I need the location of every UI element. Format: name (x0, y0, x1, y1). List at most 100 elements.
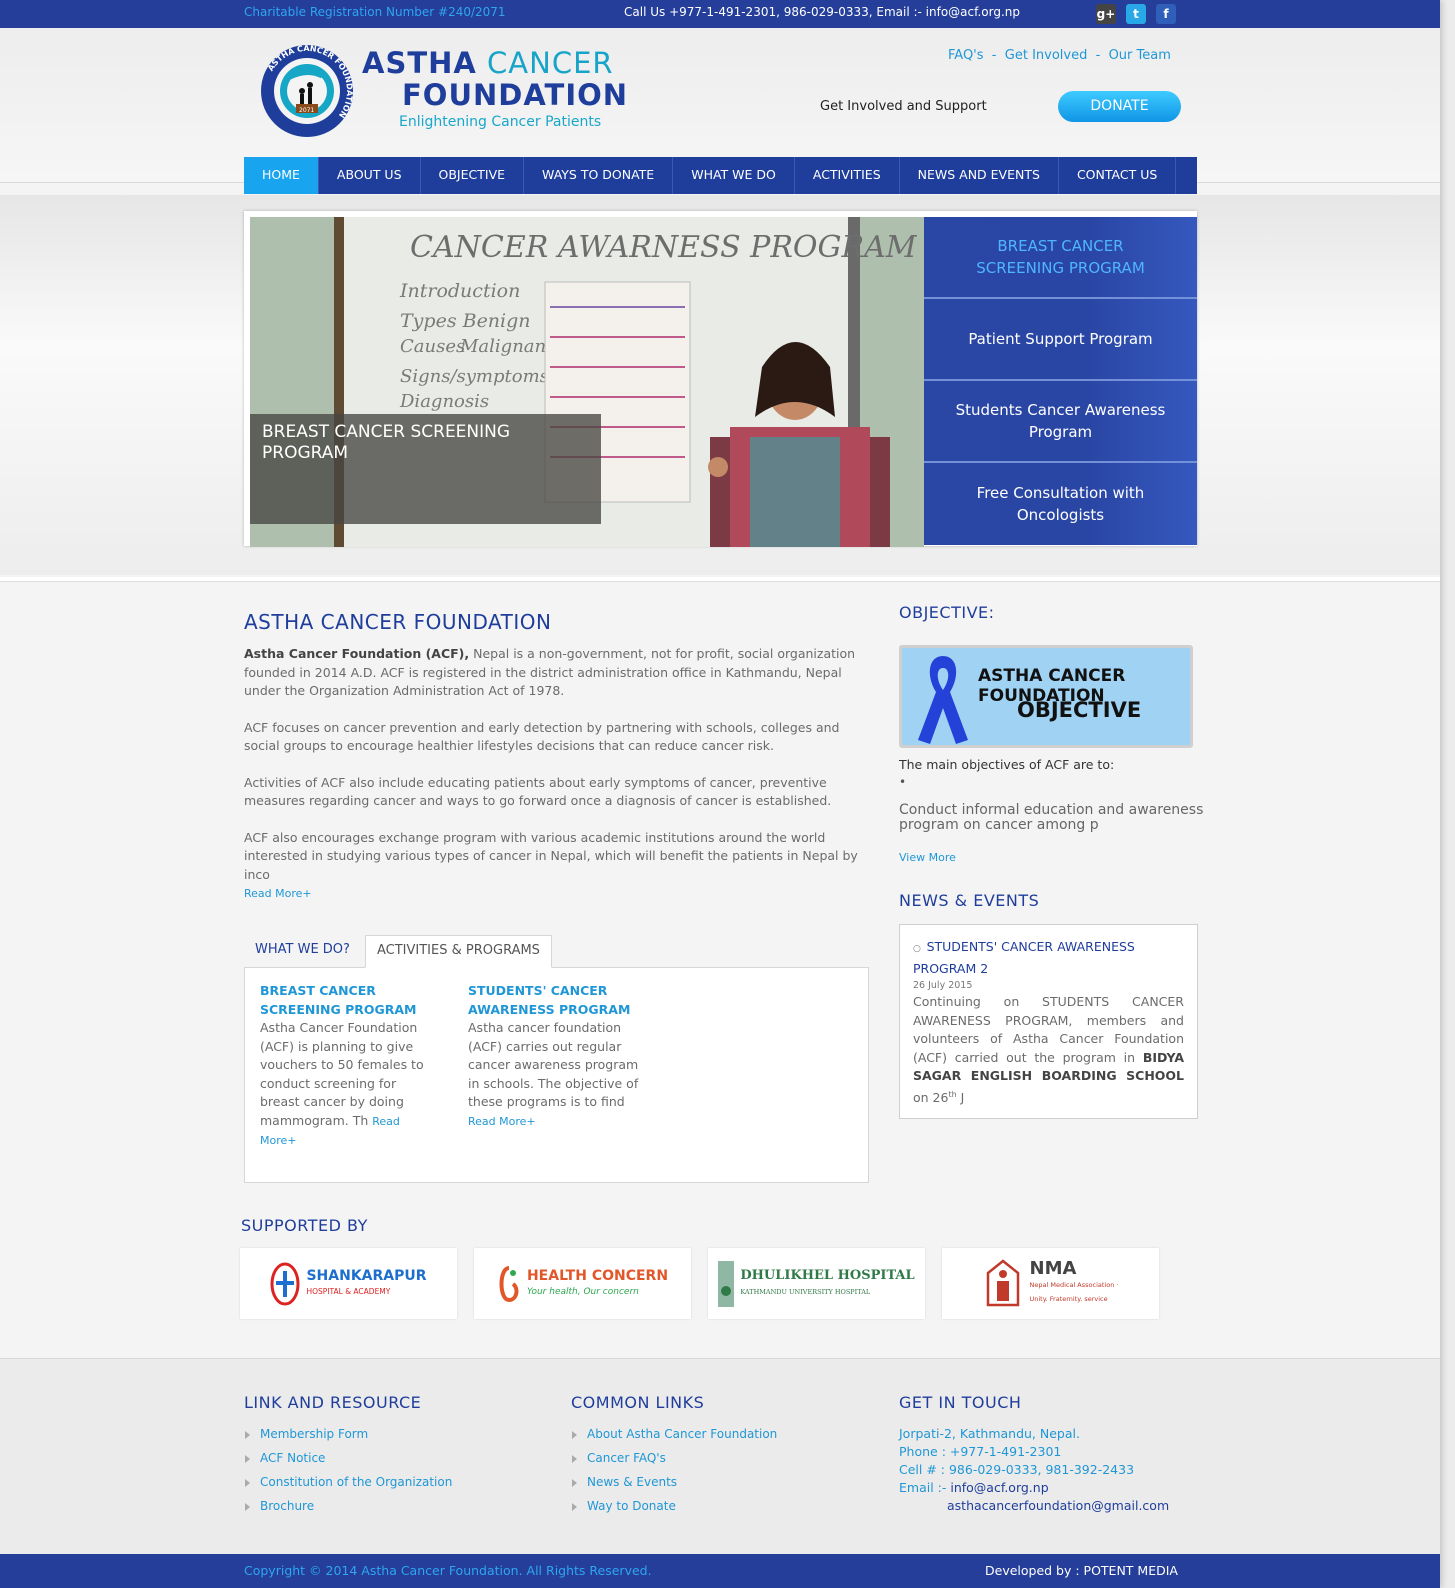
whiteboard-line: Causes (400, 336, 465, 357)
news-item-text: Continuing on STUDENTS CANCER AWARENESS … (913, 993, 1184, 1107)
objective-banner[interactable]: ASTHA CANCER FOUNDATION OBJECTIVE (899, 645, 1193, 748)
footer-common-links-title: COMMON LINKS (571, 1393, 705, 1412)
sponsor-name-text: SHANKARAPUR (306, 1267, 427, 1284)
tab-what-we-do[interactable]: WHAT WE DO? (244, 935, 361, 968)
sponsor-sub-text: KATHMANDU UNIVERSITY HOSPITAL (740, 1287, 871, 1296)
about-paragraph-2: ACF focuses on cancer prevention and ear… (244, 719, 840, 754)
contact-email-1[interactable]: info@acf.org.np (950, 1480, 1048, 1495)
developer-credit[interactable]: Developed by : POTENT MEDIA (985, 1563, 1178, 1578)
sponsor-name: NMA Nepal Medical Association · Unity. Fr… (1030, 1259, 1120, 1306)
supported-by-title: SUPPORTED BY (241, 1216, 368, 1235)
our-team-link[interactable]: Our Team (1109, 48, 1171, 63)
whiteboard-line: Diagnosis (399, 391, 489, 412)
page: Charitable Registration Number #240/2071… (0, 0, 1440, 1588)
footer-link-acf-notice[interactable]: ACF Notice (244, 1451, 452, 1475)
nav-what-we-do[interactable]: WHAT WE DO (673, 157, 795, 194)
logo-year: 2071 (299, 107, 314, 114)
featured-slider: CANCER AWARNESS PROGRAM Introduction Typ… (244, 211, 1197, 547)
nav-objective[interactable]: OBJECTIVE (421, 157, 525, 194)
tab-activities-programs[interactable]: ACTIVITIES & PROGRAMS (365, 935, 552, 968)
separator: - (1095, 48, 1101, 63)
sponsor-name-text: DHULIKHEL HOSPITAL (740, 1267, 915, 1283)
contact-email-2[interactable]: asthacancerfoundation@gmail.com (947, 1498, 1169, 1513)
ribbon-icon (918, 656, 968, 744)
donate-button[interactable]: DONATE (1058, 91, 1181, 122)
sponsor-dhulikhel[interactable]: DHULIKHEL HOSPITAL KATHMANDU UNIVERSITY H… (708, 1248, 925, 1319)
news-title: NEWS & EVENTS (899, 891, 1040, 910)
contact-email-row: asthacancerfoundation@gmail.com (899, 1497, 1169, 1515)
footer-get-in-touch-title: GET IN TOUCH (899, 1393, 1022, 1412)
footer-link-constitution[interactable]: Constitution of the Organization (244, 1475, 452, 1499)
get-involved-link[interactable]: Get Involved (1005, 48, 1088, 63)
footer-link-faqs[interactable]: Cancer FAQ's (571, 1451, 777, 1475)
slider-tab-patient-support[interactable]: Patient Support Program (924, 299, 1197, 381)
sponsor-name: DHULIKHEL HOSPITAL KATHMANDU UNIVERSITY H… (740, 1267, 915, 1299)
about-paragraph-4: ACF also encourages exchange program wit… (244, 829, 858, 882)
objective-title: OBJECTIVE: (899, 603, 995, 622)
footer-link-about[interactable]: About Astha Cancer Foundation (571, 1427, 777, 1451)
nav-contact-us[interactable]: CONTACT US (1059, 157, 1177, 194)
sponsor-health-concern[interactable]: HEALTH CONCERN Your health, Our concern (474, 1248, 691, 1319)
program-card: BREAST CANCER SCREENING PROGRAM Astha Ca… (260, 982, 435, 1151)
footer-link-resource-list: Membership Form ACF Notice Constitution … (244, 1427, 452, 1523)
slider-tab-free-consultation[interactable]: Free Consultation with Oncologists (924, 463, 1197, 545)
contact-details: Jorpati-2, Kathmandu, Nepal. Phone : +97… (899, 1425, 1169, 1515)
footer-link-membership-form[interactable]: Membership Form (244, 1427, 452, 1451)
slide-caption: BREAST CANCER SCREENING PROGRAM (250, 414, 601, 524)
facebook-icon[interactable]: f (1156, 4, 1176, 24)
nav-about-us[interactable]: ABOUT US (319, 157, 421, 194)
footer-link-news-events[interactable]: News & Events (571, 1475, 777, 1499)
nav-ways-to-donate[interactable]: WAYS TO DONATE (524, 157, 674, 194)
objective-banner-line2: OBJECTIVE (1017, 698, 1142, 722)
top-bar: Charitable Registration Number #240/2071… (0, 0, 1440, 28)
news-box: ○ STUDENTS' CANCER AWARENESS PROGRAM 2 2… (899, 924, 1198, 1119)
sponsor-nma[interactable]: NMA Nepal Medical Association · Unity. Fr… (942, 1248, 1159, 1319)
news-text-sup: th (948, 1089, 957, 1099)
contact-email-row: Email :- info@acf.org.np (899, 1479, 1169, 1497)
whiteboard-line: Types Benign (400, 310, 531, 332)
sponsor-name: SHANKARAPUR HOSPITAL & ACADEMY (306, 1269, 426, 1299)
slider-tab-students-awareness[interactable]: Students Cancer Awareness Program (924, 381, 1197, 463)
nav-home[interactable]: HOME (244, 157, 319, 194)
news-item-title-text[interactable]: STUDENTS' CANCER AWARENESS PROGRAM 2 (913, 939, 1135, 976)
contact-phone: Phone : +977-1-491-2301 (899, 1444, 1062, 1459)
foundation-logo[interactable]: ASTHA CANCER FOUNDATION 2071 (258, 42, 356, 140)
news-item-title[interactable]: ○ STUDENTS' CANCER AWARENESS PROGRAM 2 (913, 937, 1184, 978)
footer-link-way-to-donate[interactable]: Way to Donate (571, 1499, 777, 1523)
shankarapur-logo-icon (270, 1262, 300, 1305)
news-text-part: J (956, 1089, 965, 1105)
objective-bullet: • (899, 775, 907, 789)
copyright: Copyright © 2014 Astha Cancer Foundation… (244, 1563, 652, 1578)
sponsor-shankarapur[interactable]: SHANKARAPUR HOSPITAL & ACADEMY (240, 1248, 457, 1319)
contact-address: Jorpati-2, Kathmandu, Nepal. (899, 1426, 1080, 1441)
twitter-icon[interactable]: t (1126, 4, 1146, 24)
activities-tabs: WHAT WE DO? ACTIVITIES & PROGRAMS BREAST… (244, 935, 869, 1185)
program-card: STUDENTS' CANCER AWARENESS PROGRAM Astha… (468, 982, 643, 1131)
program-card-title[interactable]: BREAST CANCER SCREENING PROGRAM (260, 982, 435, 1019)
faq-link[interactable]: FAQ's (948, 48, 984, 63)
objective-intro: The main objectives of ACF are to: (899, 757, 1115, 772)
footer-link-brochure[interactable]: Brochure (244, 1499, 452, 1523)
dhulikhel-logo-icon (718, 1260, 735, 1307)
contact-info: Call Us +977-1-491-2301, 986-029-0333, E… (624, 5, 1020, 19)
sponsor-sub-text: HOSPITAL & ACADEMY (306, 1286, 391, 1296)
google-plus-icon[interactable]: g+ (1096, 4, 1116, 24)
about-title: ASTHA CANCER FOUNDATION (244, 610, 552, 634)
program-card-title[interactable]: STUDENTS' CANCER AWARENESS PROGRAM (468, 982, 643, 1019)
news-text-part: on 26 (913, 1089, 949, 1105)
about-read-more-link[interactable]: Read More+ (244, 887, 312, 900)
about-paragraph-3: Activities of ACF also include educating… (244, 774, 832, 809)
about-lead: Astha Cancer Foundation (ACF), (244, 646, 470, 661)
program-card-text: Astha cancer foundation (ACF) carries ou… (468, 1020, 639, 1109)
objective-view-more-link[interactable]: View More (899, 851, 956, 864)
tab-panel: BREAST CANCER SCREENING PROGRAM Astha Ca… (244, 967, 869, 1183)
nav-news-and-events[interactable]: NEWS AND EVENTS (900, 157, 1059, 194)
main-nav: HOME ABOUT US OBJECTIVE WAYS TO DONATE W… (244, 157, 1197, 194)
nav-activities[interactable]: ACTIVITIES (795, 157, 900, 194)
whiteboard-line: Malignant (459, 336, 554, 357)
program-card-text: Astha Cancer Foundation (ACF) is plannin… (260, 1020, 424, 1128)
program-read-more-link[interactable]: Read More+ (468, 1115, 536, 1128)
brand-cancer: CANCER (487, 46, 614, 80)
slider-tab-breast-cancer[interactable]: BREAST CANCER SCREENING PROGRAM (924, 217, 1197, 299)
brand-astha: ASTHA (362, 46, 477, 80)
